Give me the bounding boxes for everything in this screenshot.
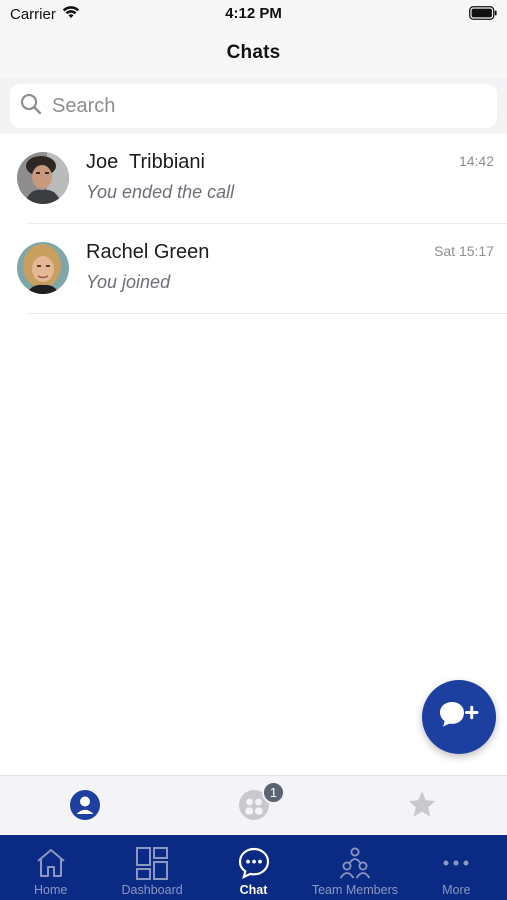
battery-icon <box>469 6 497 20</box>
chat-bubble-icon <box>237 846 271 885</box>
chat-plus-icon <box>438 698 480 737</box>
message-timestamp: 14:42 <box>458 153 494 169</box>
nav-bar: Chats <box>0 28 507 78</box>
tab-chat[interactable]: Chat <box>203 835 304 900</box>
home-icon <box>34 846 68 885</box>
chat-list-item-joe[interactable]: Joe Tribbiani You ended the call 14:42 <box>0 134 507 224</box>
contact-name: Joe Tribbiani <box>86 151 205 173</box>
filter-segment-bar: 1 <box>0 775 507 835</box>
status-bar: Carrier 4:12 PM <box>0 0 507 28</box>
tab-team-members[interactable]: Team Members <box>304 835 405 900</box>
tab-dashboard[interactable]: Dashboard <box>101 835 202 900</box>
message-timestamp: Sat 15:17 <box>434 243 494 259</box>
unread-count-badge: 1 <box>262 781 285 804</box>
more-dots-icon <box>439 846 473 885</box>
person-circle-icon <box>69 789 101 826</box>
tab-label: Chat <box>239 883 268 897</box>
contact-name: Rachel Green <box>86 241 210 263</box>
star-icon <box>406 789 438 826</box>
tab-label: Dashboard <box>121 883 183 897</box>
tab-label: Team Members <box>311 883 398 897</box>
search-bar <box>0 78 507 134</box>
search-input[interactable] <box>50 93 470 119</box>
status-time: 4:12 PM <box>225 5 282 22</box>
page-title: Chats <box>226 42 281 63</box>
avatar <box>17 242 69 294</box>
last-message-preview: You joined <box>86 272 171 292</box>
tab-home[interactable]: Home <box>0 835 101 900</box>
last-message-preview: You ended the call <box>86 182 235 202</box>
chat-list: Joe Tribbiani You ended the call 14:42 R… <box>0 134 507 314</box>
search-icon <box>20 93 42 120</box>
segment-personal[interactable] <box>68 789 102 826</box>
search-box[interactable] <box>10 84 497 128</box>
bottom-tab-bar: Home Dashboard Chat Team Members More <box>0 835 507 900</box>
tab-label: More <box>442 883 471 897</box>
tab-more[interactable]: More <box>406 835 507 900</box>
dashboard-icon <box>135 846 169 885</box>
tab-label: Home <box>34 883 68 897</box>
new-chat-button[interactable] <box>422 680 496 754</box>
segment-favorites[interactable] <box>405 790 439 824</box>
team-members-icon <box>338 846 372 885</box>
chat-list-item-rachel[interactable]: Rachel Green You joined Sat 15:17 <box>0 224 507 314</box>
divider <box>26 313 507 314</box>
avatar <box>17 152 69 204</box>
